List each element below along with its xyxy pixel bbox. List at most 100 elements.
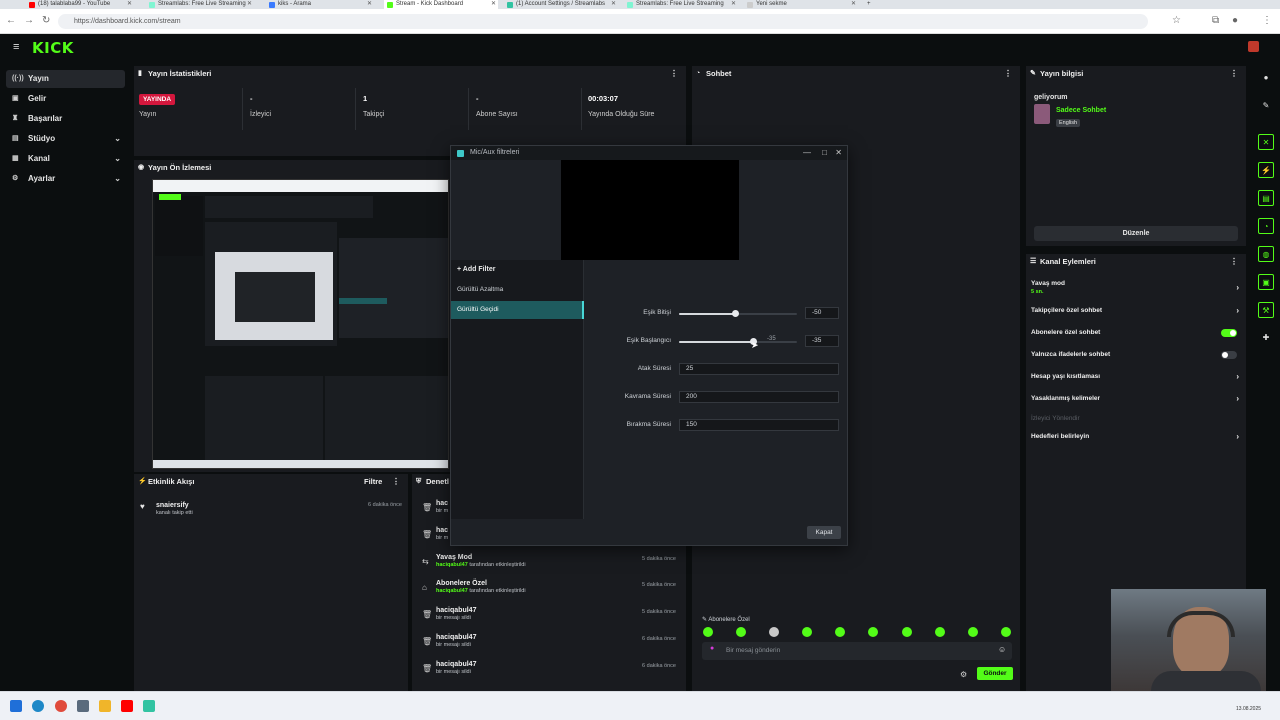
- edge-icon[interactable]: [32, 700, 44, 712]
- document-icon[interactable]: ▤: [1258, 190, 1274, 206]
- kick-logo[interactable]: KICK: [32, 39, 74, 57]
- emote-icon[interactable]: [902, 627, 912, 637]
- more-icon[interactable]: ⋮: [670, 66, 678, 82]
- close-tab-icon[interactable]: ✕: [367, 0, 372, 9]
- sidebar-item-gelir[interactable]: ▣ Gelir: [6, 90, 125, 108]
- browser-tab[interactable]: (1) Account Settings / Streamlabs ✕: [504, 0, 618, 9]
- close-tab-icon[interactable]: ✕: [731, 0, 736, 9]
- browser-tab[interactable]: kiks - Arama ✕: [266, 0, 374, 9]
- new-tab-button[interactable]: +: [864, 0, 878, 9]
- filter-button[interactable]: Filtre: [364, 474, 382, 490]
- slider-thumb[interactable]: [732, 310, 739, 317]
- subs-only-toggle[interactable]: [1221, 329, 1237, 337]
- close-icon[interactable]: ✕: [1258, 134, 1274, 150]
- more-icon[interactable]: ⋮: [1230, 66, 1238, 82]
- close-threshold-input[interactable]: -50: [805, 307, 839, 319]
- sidebar-item-basarilar[interactable]: ♜ Başarılar: [6, 110, 125, 128]
- emote-icon[interactable]: [835, 627, 845, 637]
- open-threshold-slider[interactable]: [679, 338, 797, 345]
- folder-icon[interactable]: [99, 700, 111, 712]
- banned-words-row[interactable]: Yasaklanmış kelimeler ›: [1031, 392, 1243, 406]
- close-tab-icon[interactable]: ✕: [851, 0, 856, 9]
- forward-icon[interactable]: →: [24, 15, 34, 27]
- close-threshold-slider[interactable]: [679, 310, 797, 317]
- open-threshold-input[interactable]: -35: [805, 335, 839, 347]
- avatar[interactable]: [1248, 41, 1259, 52]
- bookmark-icon[interactable]: ☆: [1172, 15, 1181, 27]
- maximize-icon[interactable]: □: [822, 146, 827, 160]
- back-icon[interactable]: ←: [6, 15, 16, 27]
- hold-input[interactable]: 200: [679, 391, 839, 403]
- emote-icon[interactable]: [968, 627, 978, 637]
- youtube-icon[interactable]: [121, 700, 133, 712]
- add-filter-button[interactable]: + Add Filter: [457, 266, 495, 273]
- chevron-right-icon: ›: [1236, 306, 1239, 315]
- more-icon[interactable]: ⋮: [1004, 66, 1012, 82]
- windows-start-icon[interactable]: [10, 700, 22, 712]
- release-input[interactable]: 150: [679, 419, 839, 431]
- pencil-icon[interactable]: ✎: [1258, 98, 1274, 114]
- emote-icon[interactable]: [935, 627, 945, 637]
- emotes-only-toggle[interactable]: [1221, 351, 1237, 359]
- heart-icon: ♥: [140, 502, 145, 511]
- extensions-icon[interactable]: ⧉: [1212, 15, 1219, 27]
- target-goals-row[interactable]: Hedefleri belirleyin ›: [1031, 430, 1243, 444]
- browser-tab-active[interactable]: Stream - Kick Dashboard ✕: [384, 0, 498, 9]
- attack-input[interactable]: 25: [679, 363, 839, 375]
- emote-icon[interactable]: [1001, 627, 1011, 637]
- chat-icon[interactable]: ◔: [1258, 218, 1274, 234]
- chat-input[interactable]: ● Bir mesaj gönderin ☺: [702, 642, 1012, 660]
- account-age-row[interactable]: Hesap yaşı kısıtlaması ›: [1031, 370, 1243, 384]
- chevron-right-icon: ›: [1236, 372, 1239, 381]
- filter-item-noise-gate[interactable]: Gürültü Geçidi: [451, 301, 584, 319]
- close-tab-icon[interactable]: ✕: [491, 0, 496, 9]
- sidebar-item-yayin[interactable]: ((·)) Yayın: [6, 70, 125, 88]
- close-tab-icon[interactable]: ✕: [611, 0, 616, 9]
- slow-mode-row[interactable]: Yavaş mod 5 sn. ›: [1031, 279, 1243, 299]
- browser-tab[interactable]: (18) talablaba99 - YouTube ✕: [26, 0, 134, 9]
- chrome-icon[interactable]: [55, 700, 67, 712]
- category-name[interactable]: Sadece Sohbet: [1056, 107, 1106, 114]
- reload-icon[interactable]: ↻: [42, 15, 50, 27]
- emote-icon[interactable]: [703, 627, 713, 637]
- profile-icon[interactable]: ●: [1232, 15, 1238, 27]
- filter-item-noise-suppression[interactable]: Gürültü Azaltma: [451, 281, 584, 299]
- close-tab-icon[interactable]: ✕: [127, 0, 132, 9]
- emote-icon[interactable]: [868, 627, 878, 637]
- emoji-icon[interactable]: ☺: [998, 645, 1006, 654]
- close-icon[interactable]: ✕: [835, 146, 842, 160]
- minimize-icon[interactable]: —: [803, 146, 811, 160]
- settings-icon[interactable]: [77, 700, 89, 712]
- emote-icon[interactable]: [802, 627, 812, 637]
- hamburger-icon[interactable]: ≡: [13, 41, 19, 53]
- emote-icon[interactable]: [736, 627, 746, 637]
- info-icon[interactable]: ●: [1258, 70, 1274, 86]
- edit-button[interactable]: Düzenle: [1034, 226, 1238, 241]
- broadcast-icon[interactable]: ◍: [1258, 246, 1274, 262]
- emotes-only-row[interactable]: Yalnızca ifadelerle sohbet: [1031, 348, 1243, 362]
- stream-preview-video[interactable]: [152, 179, 449, 469]
- more-icon[interactable]: ⋮: [392, 474, 400, 490]
- more-icon[interactable]: ⋮: [1230, 254, 1238, 270]
- sidebar-item-ayarlar[interactable]: ⚙ Ayarlar ⌄: [6, 170, 125, 188]
- followers-only-row[interactable]: Takipçilere özel sohbet ›: [1031, 304, 1243, 318]
- settings-icon[interactable]: ⚙: [960, 670, 967, 679]
- subs-only-row[interactable]: Abonelere özel sohbet: [1031, 326, 1243, 340]
- menu-icon[interactable]: ⋮: [1262, 15, 1272, 27]
- browser-tab[interactable]: Streamlabs: Free Live Streaming ✕: [624, 0, 738, 9]
- close-tab-icon[interactable]: ✕: [247, 0, 252, 9]
- browser-tab[interactable]: Streamlabs: Free Live Streaming ✕: [146, 0, 254, 9]
- emote-icon[interactable]: [769, 627, 779, 637]
- close-button[interactable]: Kapat: [807, 526, 841, 539]
- wrench-icon[interactable]: ⚒: [1258, 302, 1274, 318]
- url-input[interactable]: https://dashboard.kick.com/stream: [58, 14, 1148, 29]
- browser-tab[interactable]: Yeni sekme ✕: [744, 0, 858, 9]
- puzzle-icon[interactable]: ✚: [1258, 330, 1274, 346]
- streamlabs-icon: [149, 2, 155, 8]
- bolt-icon[interactable]: ⚡: [1258, 162, 1274, 178]
- monitor-icon[interactable]: ▣: [1258, 274, 1274, 290]
- sidebar-item-studyo[interactable]: ▤ Stüdyo ⌄: [6, 130, 125, 148]
- send-button[interactable]: Gönder: [977, 667, 1013, 680]
- sidebar-item-kanal[interactable]: ▦ Kanal ⌄: [6, 150, 125, 168]
- streamlabs-icon[interactable]: [143, 700, 155, 712]
